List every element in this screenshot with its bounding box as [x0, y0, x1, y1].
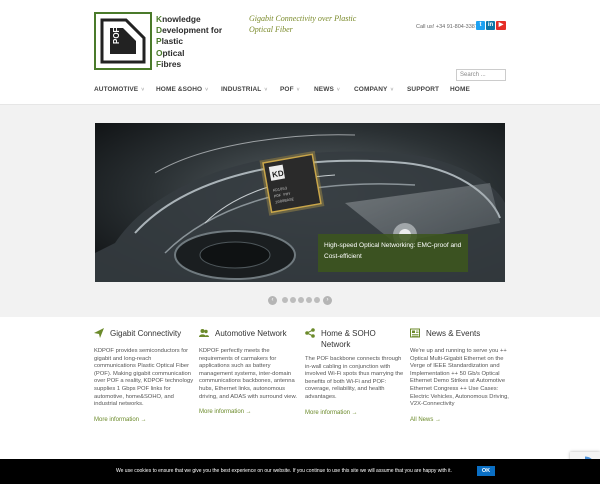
- logo-mark: POF: [94, 12, 152, 70]
- logo-line: Development for: [156, 25, 223, 36]
- news-icon: [410, 328, 420, 338]
- nav-item-industrial[interactable]: INDUSTRIAL ˅: [221, 86, 267, 93]
- chevron-down-icon: ˅: [296, 87, 300, 93]
- feature-header: Automotive Network: [199, 328, 299, 342]
- twitter-icon[interactable]: t: [476, 21, 485, 30]
- nav-item-news[interactable]: NEWS ˅: [314, 86, 340, 93]
- feature-title: Automotive Network: [215, 329, 287, 338]
- feature-title: Gigabit Connectivity: [110, 329, 182, 338]
- feature-news-events: News & Events We're up and running to se…: [410, 328, 510, 423]
- feature-title: News & Events: [426, 329, 481, 338]
- chevron-down-icon: ˅: [141, 87, 145, 93]
- cookie-message: We use cookies to ensure that we give yo…: [116, 468, 452, 474]
- linkedin-icon[interactable]: in: [486, 21, 495, 30]
- search-input[interactable]: Search ...: [456, 69, 506, 81]
- logo-line: Knowledge: [156, 14, 201, 24]
- feature-body: KDPOF perfectly meets the requirements o…: [199, 348, 297, 400]
- cookie-ok-button[interactable]: OK: [477, 466, 495, 476]
- nav-item-company[interactable]: COMPANY ˅: [354, 86, 393, 93]
- feature-body: We're up and running to serve you ++ Opt…: [410, 348, 509, 408]
- chevron-down-icon: ˅: [205, 87, 209, 93]
- slider-dot[interactable]: [314, 297, 320, 303]
- all-news-link[interactable]: All News →: [410, 417, 510, 423]
- site-tagline: Gigabit Connectivity over Plastic Optica…: [249, 14, 357, 34]
- chevron-down-icon: ˅: [264, 87, 268, 93]
- logo-wordmark: Knowledge Development for Plastic Optica…: [156, 14, 222, 70]
- paper-plane-icon: [94, 328, 104, 338]
- logo-line: Fibres: [156, 58, 182, 69]
- more-information-link[interactable]: More information →: [199, 409, 299, 415]
- feature-gigabit: Gigabit Connectivity KDPOF provides semi…: [94, 328, 194, 423]
- chevron-down-icon: ˅: [390, 87, 394, 93]
- logo-mark-text: POF: [112, 27, 121, 44]
- slide-caption[interactable]: High-speed Optical Networking: EMC-proof…: [318, 234, 468, 272]
- feature-body: KDPOF provides semiconductors for gigabi…: [94, 348, 194, 408]
- feature-header: Gigabit Connectivity: [94, 328, 194, 342]
- feature-header: News & Events: [410, 328, 510, 342]
- contact-phone: Call us! +34 91-804-3387: [416, 24, 478, 30]
- site-header: POF Knowledge Development for Plastic Op…: [0, 0, 600, 104]
- nav-item-pof[interactable]: POF ˅: [280, 86, 300, 93]
- logo-mark-graphic: [96, 14, 150, 68]
- chevron-down-icon: ˅: [336, 87, 340, 93]
- more-information-link[interactable]: More information →: [305, 410, 405, 416]
- feature-home-soho: Home & SOHO Network The POF backbone con…: [305, 328, 405, 416]
- more-information-link[interactable]: More information →: [94, 417, 194, 423]
- slider-dot[interactable]: [298, 297, 304, 303]
- nav-item-home[interactable]: HOME: [450, 86, 470, 93]
- slider-dot[interactable]: [282, 297, 288, 303]
- users-icon: [199, 329, 209, 337]
- logo-line: Plastic: [156, 36, 184, 47]
- cookie-banner: We use cookies to ensure that we give yo…: [0, 459, 600, 484]
- slider-next-button[interactable]: ›: [323, 296, 332, 305]
- slider-dot[interactable]: [306, 297, 312, 303]
- nav-item-automotive[interactable]: AUTOMOTIVE ˅: [94, 86, 144, 93]
- slider-prev-button[interactable]: ‹: [268, 296, 277, 305]
- feature-body: The POF backbone connects through in-wal…: [305, 356, 404, 400]
- feature-title: Home & SOHO Network: [321, 329, 376, 349]
- feature-automotive: Automotive Network KDPOF perfectly meets…: [199, 328, 299, 415]
- feature-header: Home & SOHO Network: [305, 328, 405, 350]
- nav-item-support[interactable]: SUPPORT: [407, 86, 439, 93]
- youtube-icon[interactable]: ▶: [496, 21, 506, 30]
- site-logo[interactable]: POF Knowledge Development for Plastic Op…: [94, 12, 235, 70]
- share-icon: [305, 328, 315, 338]
- nav-item-home-soho[interactable]: HOME &SOHO ˅: [156, 86, 208, 93]
- slider-dot[interactable]: [290, 297, 296, 303]
- logo-line: Optical: [156, 47, 185, 58]
